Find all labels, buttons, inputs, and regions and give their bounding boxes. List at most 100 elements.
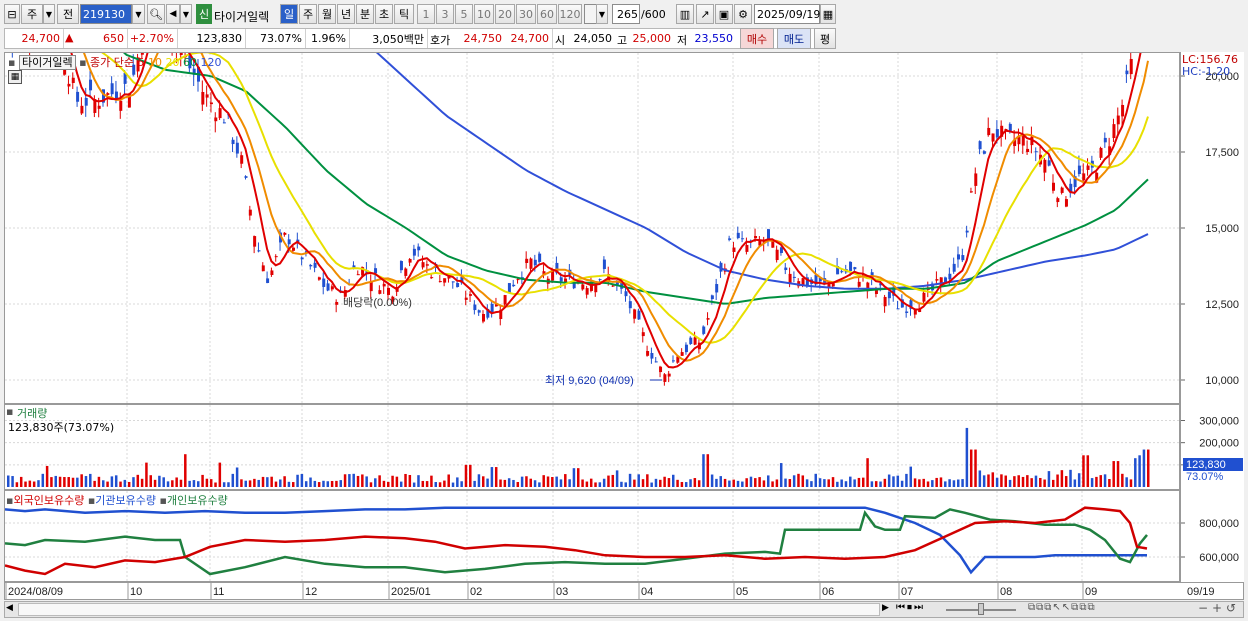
interval-20[interactable]: 20 [495, 4, 515, 24]
volume-bar [706, 454, 710, 487]
volume-bar [37, 480, 40, 487]
volume-bar [805, 479, 809, 487]
speaker-dropdown-icon[interactable]: ▼ [180, 4, 192, 24]
candle-body [706, 318, 710, 320]
zoom-out-icon[interactable]: − [1198, 601, 1208, 615]
volume-bar [102, 480, 105, 487]
sell-button[interactable]: 매도 [777, 28, 811, 49]
candle-body [1125, 70, 1129, 75]
tab-yearly[interactable]: 년 [337, 4, 355, 24]
price-chart[interactable]: 최고 25,000 (09/19)최저 9,620 (04/09)배당락(0.0… [5, 53, 1179, 403]
gear-icon[interactable]: ⚙ [734, 4, 752, 24]
tab-monthly[interactable]: 월 [318, 4, 336, 24]
volume-bar [827, 479, 830, 487]
scroll-right-icon[interactable]: ▶ [882, 603, 889, 613]
tab-tick[interactable]: 틱 [394, 4, 414, 24]
interval-dropdown-icon[interactable]: ▼ [596, 4, 608, 24]
code-input[interactable]: 219130 [80, 4, 132, 24]
window-menu-icon[interactable]: ⊟ [4, 4, 20, 24]
playback-controls[interactable]: ⏮⏹⏭ [896, 602, 925, 613]
volume-panel[interactable] [4, 404, 1180, 490]
interval-1[interactable]: 1 [417, 4, 435, 24]
interval-3[interactable]: 3 [436, 4, 454, 24]
volume-bar [1099, 475, 1102, 487]
candle-body [624, 291, 628, 297]
volume-bar [650, 482, 653, 487]
volume-bar [184, 454, 187, 487]
tab-daily[interactable]: 일 [280, 4, 298, 24]
volume-chart[interactable] [5, 405, 1179, 489]
volume-bar [317, 482, 321, 487]
interval-120[interactable]: 120 [558, 4, 582, 24]
save-icon[interactable]: ▣ [715, 4, 733, 24]
volume-bar [874, 481, 878, 487]
volume-bar [1017, 475, 1020, 487]
code-dropdown-icon[interactable]: ▼ [132, 4, 145, 24]
interval-5[interactable]: 5 [455, 4, 473, 24]
reset-icon[interactable]: ↺ [1226, 601, 1236, 615]
volume-bar [913, 478, 917, 487]
quote-hoga-label: 호가 [430, 34, 451, 47]
volume-bar [93, 480, 96, 487]
volume-bar [710, 474, 714, 487]
volume-bar [909, 466, 912, 487]
market-tab-all[interactable]: 전 [57, 4, 79, 24]
eval-button[interactable]: 평 [814, 28, 836, 49]
volume-bar [417, 475, 420, 487]
volume-bar [542, 475, 545, 487]
volume-bar [840, 479, 843, 487]
volume-bar [615, 470, 619, 487]
drawing-tools[interactable]: ⧉⧉⧉↖↖⧉⧉⧉ [1028, 602, 1096, 613]
volume-bar [11, 476, 14, 487]
table-icon[interactable]: ▦ [8, 70, 22, 84]
volume-bar [313, 480, 317, 487]
interval-10[interactable]: 10 [474, 4, 494, 24]
volume-bar [257, 479, 260, 487]
volume-tick-label: 200,000 [1199, 438, 1239, 450]
interval-30[interactable]: 30 [516, 4, 536, 24]
volume-bar [300, 473, 304, 487]
market-tab-stock[interactable]: 주 [21, 4, 43, 24]
volume-bar [844, 481, 848, 487]
volume-bar [253, 478, 256, 487]
volume-bar [266, 477, 269, 487]
indicator-icon[interactable]: ↗ [696, 4, 714, 24]
credit-badge: 신 [196, 4, 212, 24]
volume-bar [214, 482, 217, 487]
candle-body [650, 352, 654, 359]
interval-60[interactable]: 60 [537, 4, 557, 24]
market-dropdown-icon[interactable]: ▼ [43, 4, 55, 24]
volume-bar [469, 464, 472, 487]
tab-weekly[interactable]: 주 [299, 4, 317, 24]
scroll-left-icon[interactable]: ◀ [6, 603, 13, 613]
count-input[interactable]: 265 [612, 4, 640, 24]
tab-second[interactable]: 초 [375, 4, 393, 24]
candle-body [1112, 124, 1116, 139]
stock-name: 타이거일렉 [214, 10, 270, 24]
volume-bar [482, 476, 485, 487]
volume-bar [684, 482, 688, 487]
zoom-in-icon[interactable]: + [1212, 601, 1222, 615]
buy-button[interactable]: 매수 [740, 28, 774, 49]
candle-body [1047, 160, 1051, 166]
volume-bar [322, 480, 325, 487]
x-tick-label: 04 [641, 586, 653, 598]
tab-minute[interactable]: 분 [356, 4, 374, 24]
zoom-slider-handle[interactable] [978, 603, 984, 615]
search-icon[interactable]: 🔍︎ [147, 4, 165, 24]
volume-bar [132, 477, 135, 487]
calendar-icon[interactable]: ▦ [820, 4, 836, 24]
candle-type-icon[interactable]: ▥ [676, 4, 694, 24]
candle-body [585, 288, 589, 295]
volume-bar [961, 479, 964, 487]
scroll-track[interactable] [18, 603, 880, 616]
volume-bar [633, 479, 636, 487]
candle-body [784, 267, 788, 271]
date-input[interactable]: 2025/09/19 [754, 4, 820, 24]
price-panel[interactable]: 최고 25,000 (09/19)최저 9,620 (04/09)배당락(0.0… [4, 52, 1180, 404]
candle-body [736, 232, 740, 239]
legend-stock-name[interactable]: 타이거일렉 [18, 55, 76, 70]
volume-bar [1121, 473, 1124, 487]
volume-bar [1090, 478, 1094, 487]
speaker-icon[interactable]: ◀ [166, 4, 180, 24]
